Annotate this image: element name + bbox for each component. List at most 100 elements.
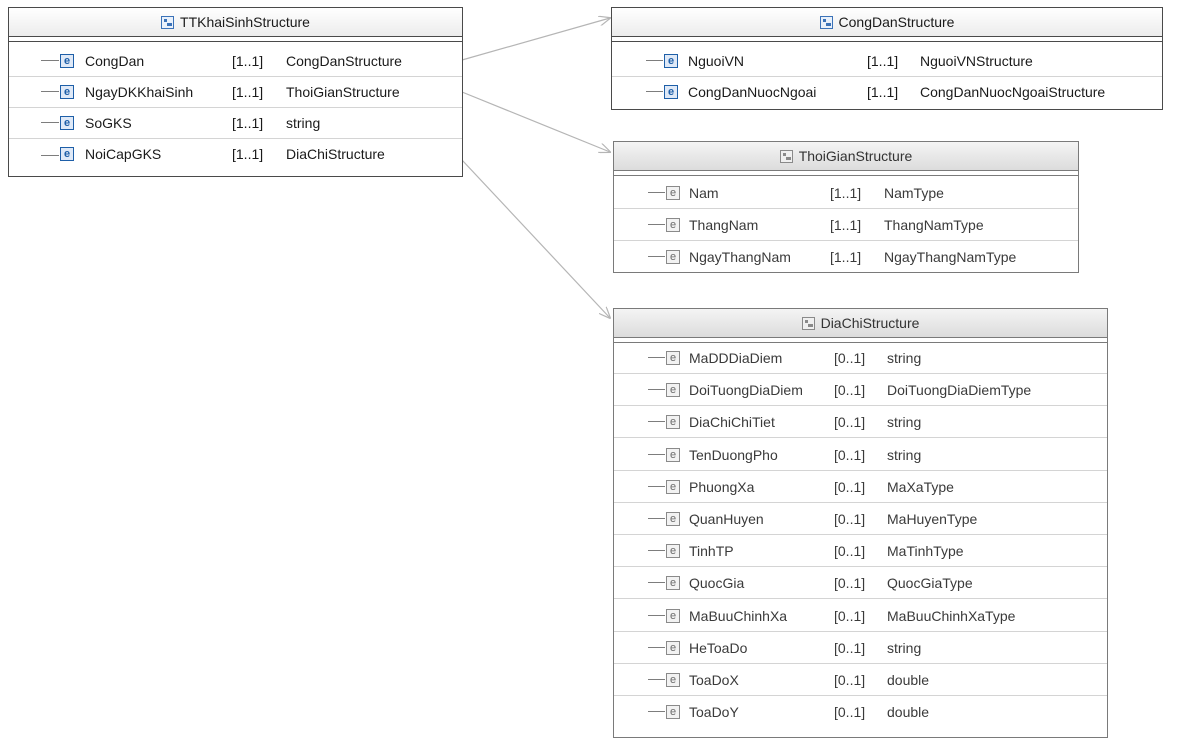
- tree-branch: [646, 91, 663, 92]
- element-icon: e: [666, 576, 680, 591]
- element-type: MaHuyenType: [887, 511, 978, 527]
- element-type: CongDanNuocNgoaiStructure: [920, 84, 1106, 100]
- element-cardinality: [0..1]: [834, 639, 866, 656]
- tree-branch: [41, 122, 59, 123]
- ttkhaisinh-structure-box[interactable]: TTKhaiSinhStructure e CongDan [1..1] Con…: [8, 7, 463, 177]
- tree-branch: [648, 582, 665, 583]
- element-icon: e: [666, 544, 680, 559]
- tree-branch: [648, 192, 665, 193]
- tree-branch: [648, 389, 665, 390]
- element-row[interactable]: e MaBuuChinhXa [0..1] MaBuuChinhXaType: [614, 601, 1107, 632]
- element-name: MaDDDiaDiem: [689, 350, 783, 366]
- element-type: MaTinhType: [887, 543, 964, 560]
- element-type: string: [887, 446, 922, 463]
- box-header: CongDanStructure: [612, 8, 1162, 37]
- element-name: ThangNam: [689, 217, 759, 233]
- element-icon: e: [666, 512, 680, 526]
- element-icon: e: [666, 640, 680, 655]
- element-name: TenDuongPho: [689, 446, 778, 463]
- element-row[interactable]: e ToaDoY [0..1] double: [614, 697, 1107, 727]
- element-icon: e: [666, 415, 680, 430]
- element-cardinality: [1..1]: [830, 249, 862, 265]
- element-name: Nam: [689, 185, 719, 201]
- element-name: NguoiVN: [688, 53, 745, 69]
- element-name: MaBuuChinhXa: [689, 607, 788, 624]
- element-cardinality: [0..1]: [834, 672, 866, 688]
- element-row[interactable]: e PhuongXa [0..1] MaXaType: [614, 472, 1107, 503]
- element-name: QuocGia: [689, 575, 745, 592]
- element-row[interactable]: e TinhTP [0..1] MaTinhType: [614, 536, 1107, 568]
- diachi-structure-box[interactable]: DiaChiStructure e MaDDDiaDiem [0..1] string…: [613, 308, 1108, 738]
- element-row[interactable]: e QuanHuyen [0..1] MaHuyenType: [614, 504, 1107, 535]
- element-row[interactable]: e ThangNam [1..1] ThangNamType: [614, 210, 1078, 241]
- element-name: PhuongXa: [689, 478, 755, 495]
- element-row[interactable]: e ToaDoX [0..1] double: [614, 665, 1107, 696]
- element-row[interactable]: e Nam [1..1] NamType: [614, 178, 1078, 209]
- connector-congdan: [461, 18, 610, 61]
- element-icon: e: [666, 447, 680, 462]
- element-row[interactable]: e TenDuongPho [0..1] string: [614, 440, 1107, 471]
- connector-thoigian: [461, 91, 610, 152]
- tree-branch: [648, 615, 665, 616]
- tree-branch: [648, 711, 665, 712]
- element-name: QuanHuyen: [689, 511, 764, 527]
- element-cardinality: [1..1]: [232, 115, 264, 131]
- element-icon: e: [666, 673, 680, 687]
- element-cardinality: [1..1]: [232, 146, 264, 162]
- element-cardinality: [0..1]: [834, 607, 866, 624]
- tree-branch: [648, 421, 665, 422]
- congdan-structure-box[interactable]: CongDanStructure e NguoiVN [1..1] NguoiV…: [611, 7, 1163, 110]
- element-row[interactable]: e NoiCapGKS [1..1] DiaChiStructure: [9, 139, 462, 169]
- element-icon: e: [664, 85, 678, 99]
- element-name: TinhTP: [689, 543, 734, 560]
- element-type: NguoiVNStructure: [920, 53, 1033, 69]
- element-cardinality: [1..1]: [830, 217, 862, 233]
- element-name: ToaDoY: [689, 704, 739, 721]
- element-row[interactable]: e SoGKS [1..1] string: [9, 108, 462, 139]
- element-row[interactable]: e MaDDDiaDiem [0..1] string: [614, 343, 1107, 374]
- element-type: DoiTuongDiaDiemType: [887, 382, 1032, 399]
- tree-branch: [648, 550, 665, 551]
- element-row[interactable]: e NgayDKKhaiSinh [1..1] ThoiGianStructur…: [9, 77, 462, 108]
- element-type: MaBuuChinhXaType: [887, 607, 1016, 624]
- element-row[interactable]: e NguoiVN [1..1] NguoiVNStructure: [612, 46, 1162, 77]
- element-cardinality: [1..1]: [830, 185, 862, 201]
- element-type: string: [887, 414, 922, 431]
- thoigian-structure-box[interactable]: ThoiGianStructure e Nam [1..1] NamType e…: [613, 141, 1079, 273]
- element-row[interactable]: e CongDanNuocNgoai [1..1] CongDanNuocNgo…: [612, 77, 1162, 107]
- element-row[interactable]: e NgayThangNam [1..1] NgayThangNamType: [614, 242, 1078, 272]
- element-name: NoiCapGKS: [85, 146, 162, 162]
- complex-type-icon: [161, 15, 175, 29]
- element-row[interactable]: e DoiTuongDiaDiem [0..1] DoiTuongDiaDiemTyp…: [614, 375, 1107, 407]
- element-type: QuocGiaType: [887, 575, 973, 592]
- connector-diachi: [461, 159, 610, 318]
- element-cardinality: [0..1]: [834, 511, 866, 527]
- header-divider: [9, 41, 462, 42]
- box-header: DiaChiStructure: [614, 309, 1107, 338]
- tree-branch: [41, 91, 59, 92]
- element-name: DiaChiChiTiet: [689, 414, 775, 431]
- element-icon: e: [60, 54, 74, 68]
- element-type: double: [887, 672, 930, 688]
- element-type: CongDanStructure: [286, 53, 402, 69]
- element-icon: e: [60, 116, 74, 130]
- element-name: CongDanNuocNgoai: [688, 84, 817, 100]
- element-row[interactable]: e DiaChiChiTiet [0..1] string: [614, 407, 1107, 439]
- element-type: ThangNamType: [884, 217, 984, 233]
- element-row[interactable]: e HeToaDo [0..1] string: [614, 633, 1107, 664]
- element-cardinality: [0..1]: [834, 543, 866, 560]
- tree-branch: [648, 357, 665, 358]
- element-cardinality: [0..1]: [834, 350, 866, 366]
- element-cardinality: [1..1]: [867, 53, 899, 69]
- element-icon: e: [666, 608, 680, 623]
- element-row[interactable]: e CongDan [1..1] CongDanStructure: [9, 46, 462, 77]
- element-icon: e: [666, 383, 680, 398]
- element-row[interactable]: e QuocGia [0..1] QuocGiaType: [614, 568, 1107, 600]
- element-type: MaXaType: [887, 478, 954, 495]
- element-icon: e: [666, 351, 680, 365]
- element-type: ThoiGianStructure: [286, 84, 400, 100]
- tree-branch: [648, 454, 665, 455]
- complex-type-icon: [819, 15, 833, 29]
- element-cardinality: [1..1]: [232, 84, 264, 100]
- complex-type-icon: [801, 316, 815, 330]
